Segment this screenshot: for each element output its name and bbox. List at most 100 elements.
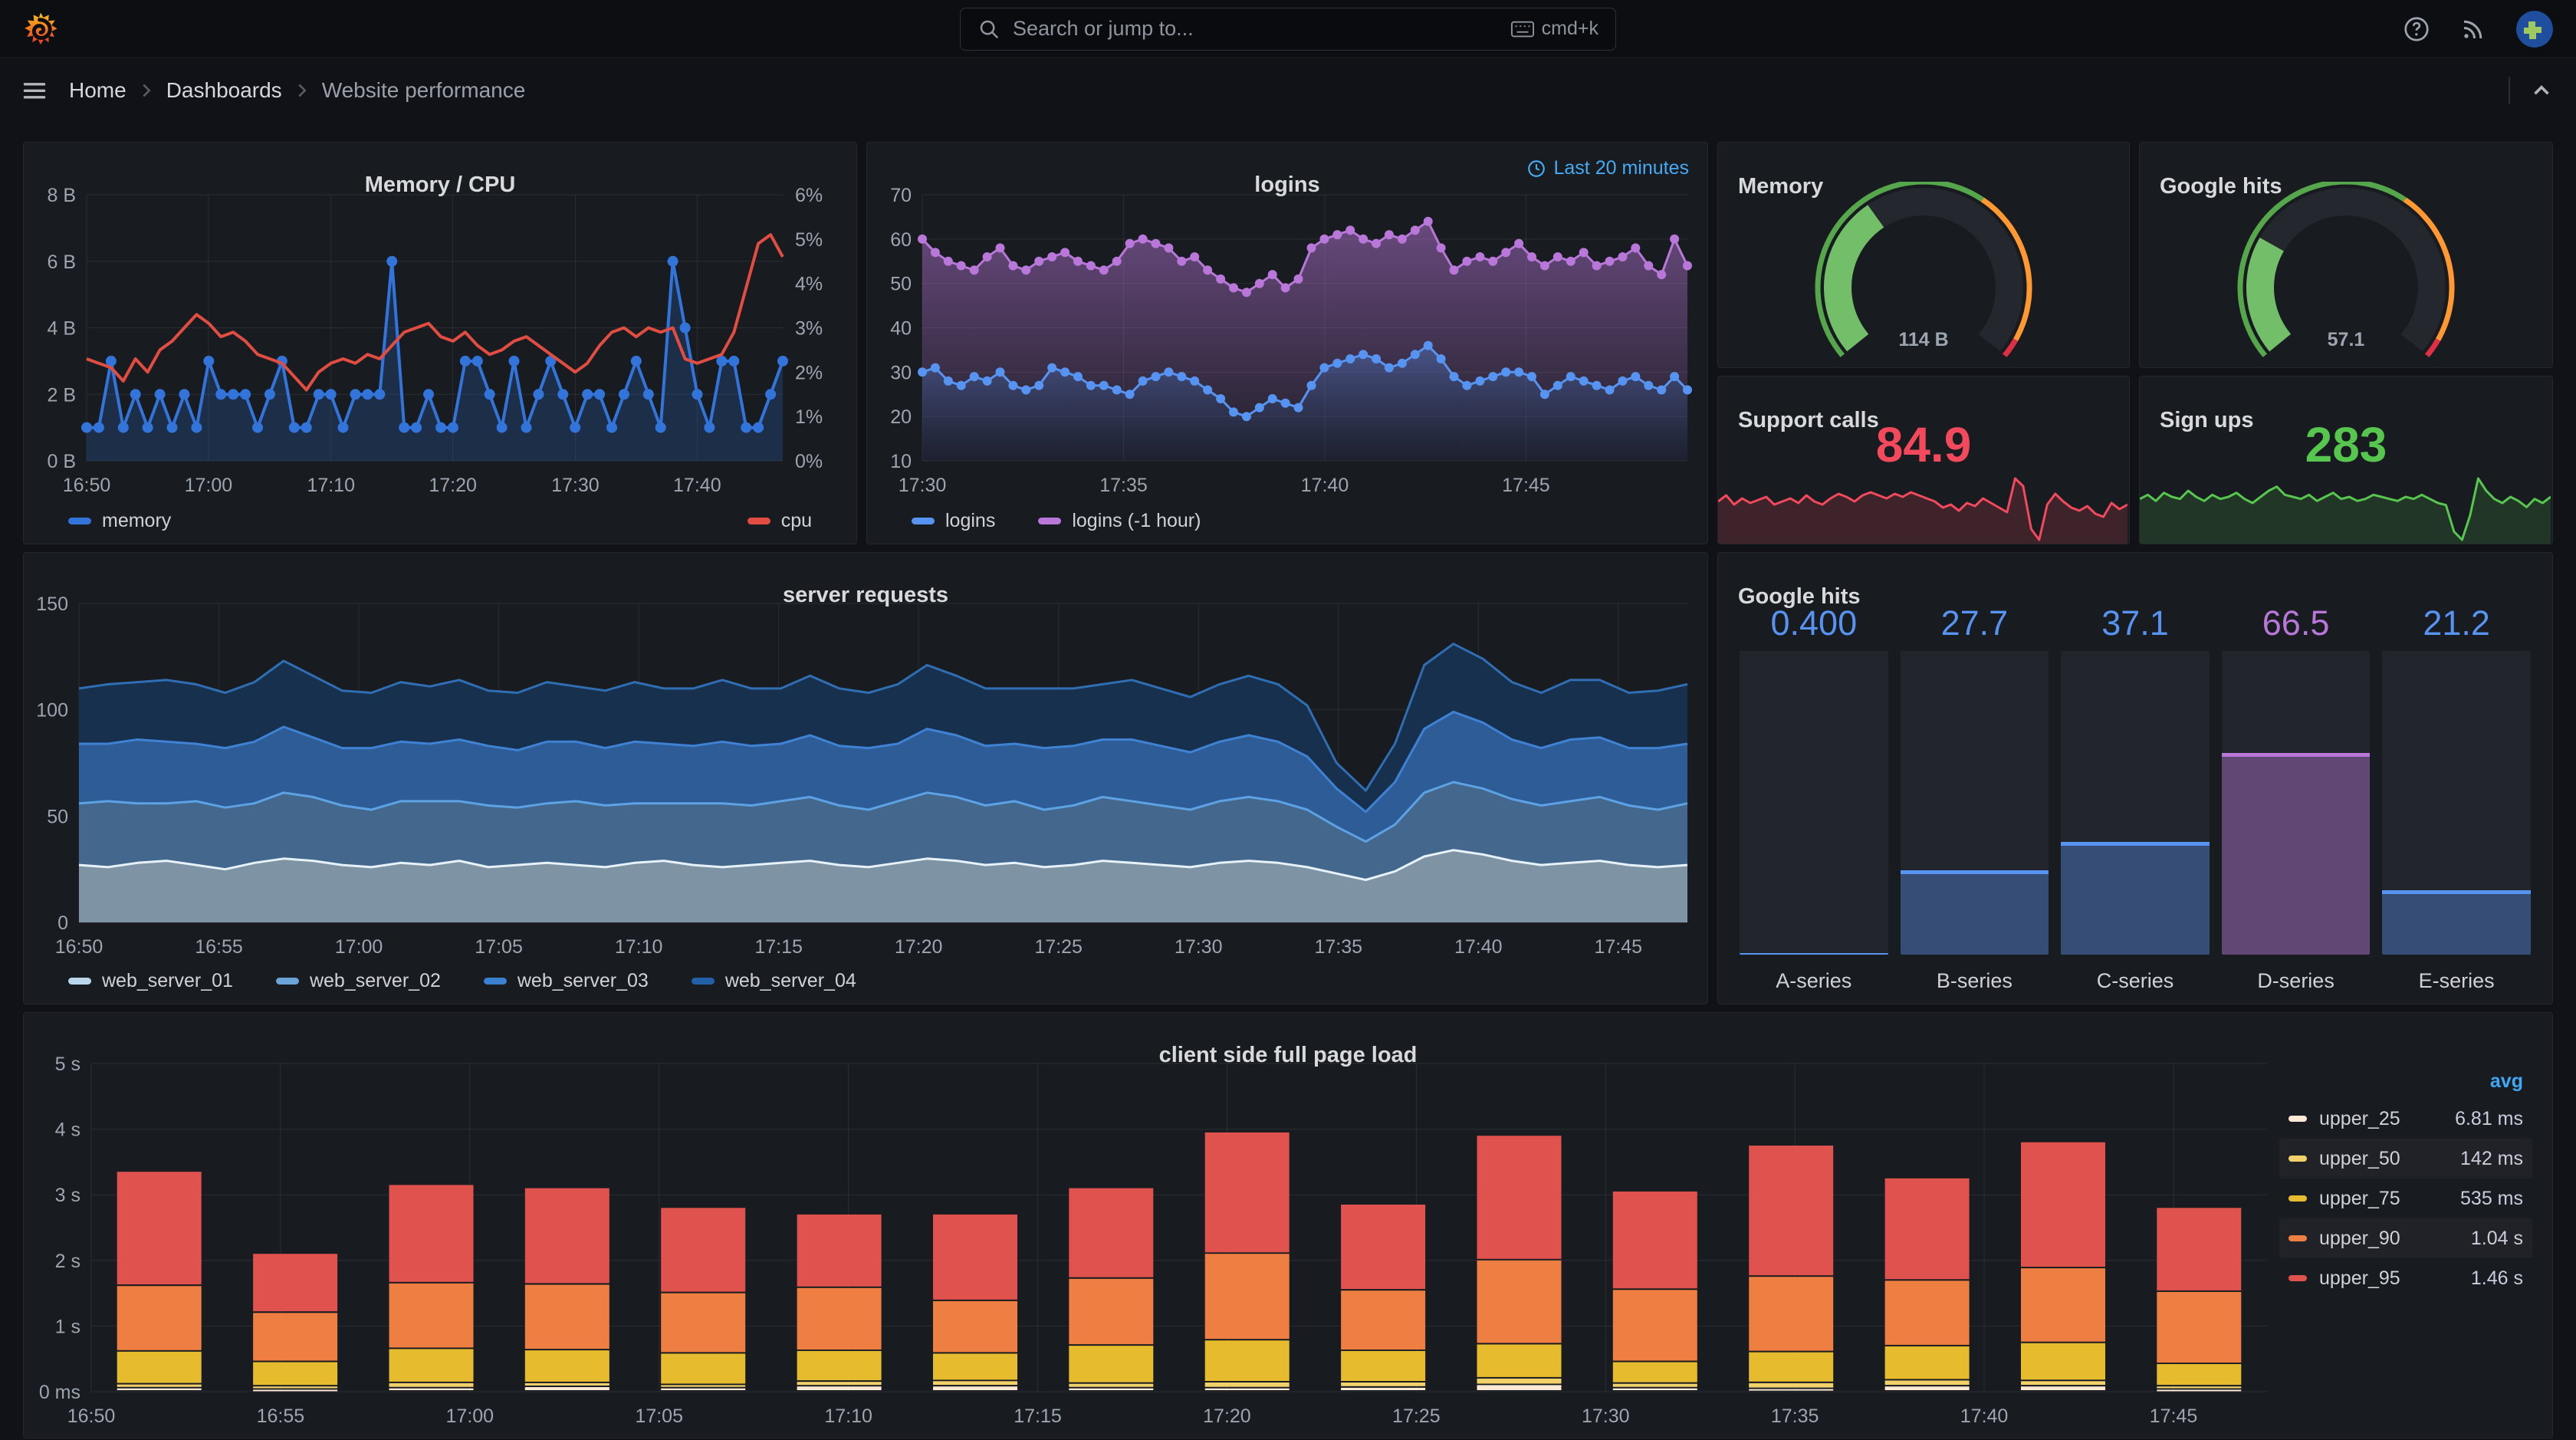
search-input[interactable]: Search or jump to... cmd+k <box>960 7 1616 51</box>
bar-segment-upper_90[interactable] <box>117 1286 202 1350</box>
bar-segment-upper_75[interactable] <box>2021 1343 2105 1380</box>
chart-canvas[interactable]: 10 20 30 40 50 60 70 17:30 17:35 17:40 17:45 <box>867 184 1707 501</box>
bar-segment-upper_50[interactable] <box>524 1382 610 1386</box>
panel-time-range[interactable]: Last 20 minutes <box>1526 157 1689 179</box>
bar-segment-upper_95[interactable] <box>1749 1146 1834 1276</box>
bar-segment-upper_75[interactable] <box>1341 1350 1426 1381</box>
bar-segment-upper_50[interactable] <box>117 1384 202 1387</box>
bar-segment-upper_95[interactable] <box>2021 1142 2105 1267</box>
bar-segment-upper_25[interactable] <box>1204 1388 1290 1390</box>
bar-segment-upper_25[interactable] <box>797 1386 882 1390</box>
bar-segment-upper_95[interactable] <box>1069 1188 1154 1277</box>
bar-segment-upper_90[interactable] <box>1612 1290 1697 1361</box>
bar-segment-upper_50[interactable] <box>797 1382 882 1386</box>
bar-segment-upper_75[interactable] <box>1749 1352 1834 1382</box>
bar-segment-upper_50[interactable] <box>1749 1382 1834 1388</box>
legend-row-upper_75[interactable]: upper_75 535 ms <box>2279 1179 2532 1218</box>
legend-item-web_server_01[interactable]: web_server_01 <box>68 970 233 992</box>
breadcrumb-home[interactable]: Home <box>69 78 127 103</box>
bar-segment-upper_25[interactable] <box>524 1387 610 1390</box>
bar-segment-upper_90[interactable] <box>797 1287 882 1350</box>
collapse-chevron-up-icon[interactable] <box>2528 77 2555 104</box>
bar-gauge-D-series[interactable]: 66.5 D-series <box>2221 603 2371 995</box>
bar-segment-upper_25[interactable] <box>253 1389 338 1392</box>
legend-item-cpu[interactable]: cpu <box>747 510 812 532</box>
breadcrumb-dashboards[interactable]: Dashboards <box>166 78 282 103</box>
bar-segment-upper_95[interactable] <box>253 1254 338 1312</box>
bar-segment-upper_90[interactable] <box>2021 1268 2105 1342</box>
chart-canvas[interactable]: 0 ms 1 s 2 s 3 s 4 s 5 s 16:50 16:55 17:00 17:05 1… <box>24 1051 2552 1438</box>
bar-segment-upper_95[interactable] <box>1204 1132 1290 1253</box>
bar-segment-upper_50[interactable] <box>1341 1382 1426 1386</box>
bar-segment-upper_90[interactable] <box>2157 1291 2242 1363</box>
google-hits-gauge[interactable]: 57.1 <box>2140 181 2552 366</box>
legend-item-logins (-1 hour)[interactable]: logins (-1 hour) <box>1038 510 1201 532</box>
bar-segment-upper_95[interactable] <box>389 1185 474 1282</box>
bar-segment-upper_75[interactable] <box>1612 1362 1697 1382</box>
bar-segment-upper_90[interactable] <box>933 1300 1017 1353</box>
legend-row-upper_25[interactable]: upper_25 6.81 ms <box>2279 1099 2532 1139</box>
bar-segment-upper_90[interactable] <box>253 1313 338 1361</box>
bar-segment-upper_25[interactable] <box>2021 1386 2105 1390</box>
bar-segment-upper_95[interactable] <box>933 1214 1017 1300</box>
bar-segment-upper_50[interactable] <box>389 1382 474 1387</box>
legend-row-upper_90[interactable]: upper_90 1.04 s <box>2279 1218 2532 1258</box>
bar-segment-upper_50[interactable] <box>2157 1386 2242 1389</box>
bar-segment-upper_95[interactable] <box>1884 1178 1970 1280</box>
bar-gauge-B-series[interactable]: 27.7 B-series <box>1900 603 2049 995</box>
bar-segment-upper_75[interactable] <box>117 1351 202 1383</box>
bar-segment-upper_75[interactable] <box>1884 1346 1970 1379</box>
server-requests-chart[interactable]: 0 50 100 150 16:50 16:55 17:00 17:05 17:10 17:15 1… <box>24 593 1707 962</box>
bar-segment-upper_75[interactable] <box>797 1350 882 1381</box>
bar-segment-upper_25[interactable] <box>1069 1388 1154 1390</box>
user-avatar[interactable] <box>2516 10 2553 48</box>
bar-segment-upper_90[interactable] <box>524 1284 610 1350</box>
bar-segment-upper_25[interactable] <box>2157 1389 2242 1392</box>
bar-segment-upper_95[interactable] <box>797 1214 882 1287</box>
legend-row-upper_50[interactable]: upper_50 142 ms <box>2279 1139 2532 1179</box>
grafana-logo[interactable] <box>23 12 58 47</box>
bar-segment-upper_90[interactable] <box>661 1293 746 1353</box>
bar-segment-upper_25[interactable] <box>1749 1389 1834 1391</box>
bar-segment-upper_75[interactable] <box>933 1353 1017 1380</box>
legend-item-logins[interactable]: logins <box>912 510 995 532</box>
bar-segment-upper_75[interactable] <box>389 1349 474 1382</box>
bar-segment-upper_75[interactable] <box>1069 1346 1154 1382</box>
support-calls-sparkline[interactable] <box>1718 473 2129 544</box>
bar-segment-upper_25[interactable] <box>1341 1387 1426 1390</box>
bar-segment-upper_90[interactable] <box>1204 1254 1290 1340</box>
legend-row-upper_95[interactable]: upper_95 1.46 s <box>2279 1258 2532 1298</box>
bar-segment-upper_90[interactable] <box>389 1283 474 1348</box>
bar-segment-upper_75[interactable] <box>524 1350 610 1382</box>
bar-segment-upper_50[interactable] <box>253 1386 338 1389</box>
bar-segment-upper_50[interactable] <box>661 1385 746 1387</box>
bar-segment-upper_95[interactable] <box>1341 1205 1426 1290</box>
client-side-chart[interactable]: 0 ms 1 s 2 s 3 s 4 s 5 s 16:50 16:55 17:00 17:05 1… <box>24 1051 2552 1438</box>
bar-segment-upper_50[interactable] <box>1612 1383 1697 1387</box>
bar-segment-upper_50[interactable] <box>1884 1380 1970 1386</box>
help-icon[interactable] <box>2403 15 2430 43</box>
bar-segment-upper_90[interactable] <box>1884 1281 1970 1345</box>
bar-gauge-C-series[interactable]: 37.1 C-series <box>2061 603 2210 995</box>
legend-item-web_server_04[interactable]: web_server_04 <box>691 970 856 992</box>
bar-segment-upper_25[interactable] <box>1612 1388 1697 1390</box>
bar-segment-upper_25[interactable] <box>1477 1385 1562 1390</box>
memory-gauge[interactable]: 114 B <box>1718 181 2129 366</box>
bar-segment-upper_25[interactable] <box>1884 1386 1970 1390</box>
bar-segment-upper_50[interactable] <box>1477 1378 1562 1384</box>
bar-segment-upper_50[interactable] <box>933 1381 1017 1386</box>
bar-segment-upper_95[interactable] <box>524 1188 610 1284</box>
legend-item-web_server_03[interactable]: web_server_03 <box>483 970 649 992</box>
sign-ups-sparkline[interactable] <box>2140 473 2552 544</box>
memory-cpu-chart[interactable]: 0 B 2 B 4 B 6 B 8 B 0% 1% 2% 3% 4% 5% 6% 16:50 17:00 1… <box>24 184 856 501</box>
bar-segment-upper_50[interactable] <box>1069 1383 1154 1387</box>
menu-icon[interactable] <box>21 77 48 104</box>
legend-item-memory[interactable]: memory <box>68 510 171 532</box>
bar-gauge-E-series[interactable]: 21.2 E-series <box>2382 603 2531 995</box>
bar-segment-upper_50[interactable] <box>1204 1382 1290 1387</box>
bar-segment-upper_75[interactable] <box>1477 1344 1562 1377</box>
bar-segment-upper_90[interactable] <box>1341 1290 1426 1350</box>
bar-segment-upper_95[interactable] <box>661 1208 746 1292</box>
legend-item-web_server_02[interactable]: web_server_02 <box>275 970 441 992</box>
logins-chart[interactable]: 10 20 30 40 50 60 70 17:30 17:35 17:40 17:45 <box>867 184 1707 501</box>
